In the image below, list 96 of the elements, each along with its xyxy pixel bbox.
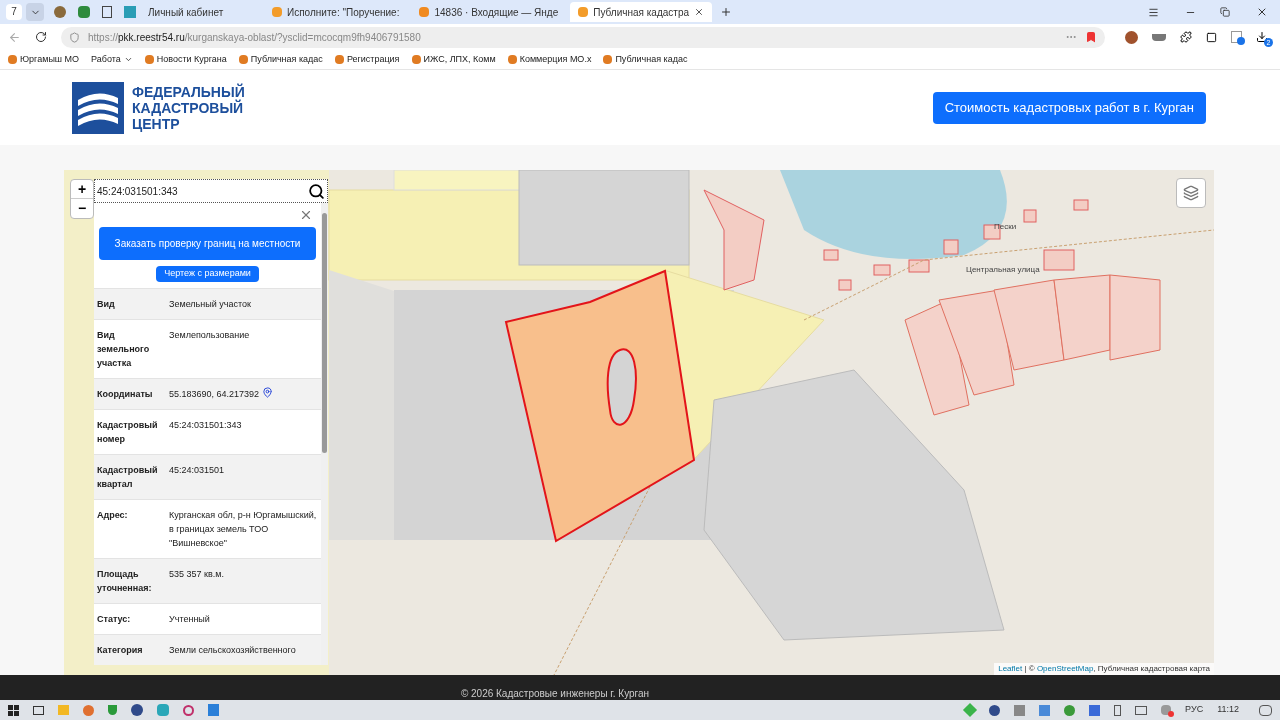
- start-icon[interactable]: [8, 704, 19, 716]
- clock[interactable]: 11:12: [1217, 703, 1239, 717]
- bookmark-item[interactable]: Публичная кадас: [238, 52, 323, 67]
- taskbar-app-icon[interactable]: [183, 704, 194, 716]
- map-attribution: Leaflet | © OpenStreetMap, Публичная кадастровая карта: [994, 663, 1214, 675]
- pinned-tab-icon[interactable]: [54, 6, 66, 18]
- extension-icon[interactable]: [1152, 33, 1166, 41]
- field-label: Кадастровый номер: [97, 419, 159, 446]
- zoom-out-button[interactable]: −: [71, 199, 93, 218]
- extensions-icon[interactable]: [1180, 31, 1192, 43]
- logo-text: ФЕДЕРАЛЬНЫЙ КАДАСТРОВЫЙ ЦЕНТР: [132, 83, 245, 132]
- pinned-tab-icon[interactable]: [78, 6, 90, 18]
- bookmark-item[interactable]: ИЖС, ЛПХ, Комм: [411, 52, 496, 67]
- bookmark-favicon-icon: [507, 55, 517, 64]
- field-label: Категория: [97, 644, 144, 657]
- browser-tab[interactable]: Публичная кадастра: [570, 2, 712, 22]
- chevron-down-icon: [123, 55, 133, 64]
- new-tab-icon[interactable]: [720, 6, 732, 18]
- tray-icon[interactable]: [989, 704, 1001, 716]
- volume-icon[interactable]: [1161, 705, 1172, 715]
- field-value: Курганская обл, р-н Юргамышский, в границах земель ТОО "Вишневское": [169, 509, 318, 550]
- field-label: Вид земельного участка: [97, 329, 151, 370]
- field-value: 45:24:031501:343: [169, 419, 242, 432]
- bookmark-favicon-icon: [603, 55, 613, 64]
- download-icon[interactable]: [1256, 31, 1268, 43]
- menu-icon[interactable]: [1148, 6, 1159, 18]
- tray-icon[interactable]: [1064, 704, 1076, 716]
- tab-favicon-icon: [272, 7, 282, 17]
- language-indicator[interactable]: РУС: [1185, 703, 1204, 717]
- taskbar-app-icon[interactable]: [108, 705, 117, 715]
- cost-button[interactable]: Стоимость кадастровых работ в г. Курган: [932, 91, 1206, 124]
- close-tab-icon[interactable]: [694, 7, 704, 17]
- search-icon[interactable]: [308, 182, 325, 200]
- tray-icon[interactable]: [1039, 704, 1051, 716]
- field-label: Вид: [97, 298, 116, 311]
- close-icon[interactable]: [1256, 6, 1268, 18]
- map-pin-icon[interactable]: [262, 387, 274, 398]
- bookmark-favicon-icon: [238, 55, 248, 64]
- footer-text: © 2026 Кадастровые инженеры г. Курган: [460, 688, 650, 700]
- browser-tab[interactable]: Исполните: "Поручение:: [264, 2, 408, 22]
- notifications-icon[interactable]: [1259, 704, 1272, 716]
- browser-tab[interactable]: Личный кабинет: [140, 2, 260, 22]
- reload-icon[interactable]: [35, 31, 47, 43]
- field-label: Адрес:: [97, 509, 129, 522]
- field-label: Статус:: [97, 613, 132, 626]
- bookmark-item[interactable]: Регистрация: [334, 52, 400, 67]
- map-label: Центральная улица: [966, 264, 1040, 276]
- browser-tab[interactable]: 14836 · Входящие — Янде: [411, 2, 567, 22]
- bookmark-item[interactable]: Коммерция МО.х: [507, 52, 592, 67]
- logo-icon: [72, 81, 124, 134]
- bookmark-item[interactable]: Новости Кургана: [144, 52, 227, 67]
- field-label: Кадастровый квартал: [97, 464, 159, 491]
- leaflet-link[interactable]: Leaflet: [998, 664, 1023, 673]
- layers-icon: [1183, 185, 1199, 201]
- pinned-tab-icon[interactable]: [102, 6, 112, 18]
- bookmark-item[interactable]: Работа: [91, 52, 133, 67]
- drawing-button[interactable]: Чертеж с размерами: [156, 265, 259, 282]
- back-icon[interactable]: [8, 30, 21, 44]
- taskbar-app-icon[interactable]: [131, 704, 143, 716]
- address-bar[interactable]: https://pkk.reestr54.ru/kurganskaya-oblast/?ysclid=mcocqm9fh9406791580: [61, 26, 1105, 48]
- field-label: Координаты: [97, 388, 154, 401]
- bookmark-item[interactable]: Юргамыш МО: [8, 52, 80, 67]
- bookmark-favicon-icon: [8, 55, 17, 64]
- field-value: 535 357 кв.м.: [169, 568, 224, 581]
- shield-icon: [69, 31, 80, 43]
- field-value: 45:24:031501: [169, 464, 225, 477]
- bookmark-favicon-icon: [334, 55, 344, 64]
- tray-icon[interactable]: [1114, 704, 1122, 716]
- bookmark-favicon-icon: [144, 55, 154, 64]
- search-field[interactable]: 45:24:031501:343: [94, 179, 328, 203]
- tab-counter[interactable]: 7: [6, 4, 22, 20]
- restore-icon[interactable]: [1220, 7, 1230, 17]
- field-value: Земельный участок: [169, 298, 251, 311]
- task-view-icon[interactable]: [33, 705, 44, 715]
- url-text: https://pkk.reestr54.ru/kurganskaya-oblast/?ysclid=mcocqm9fh9406791580: [88, 30, 422, 45]
- bookmark-item[interactable]: Публичная кадас: [603, 52, 688, 67]
- map-label: Пески: [994, 221, 1017, 233]
- tab-favicon-icon: [419, 7, 430, 17]
- bookmark-icon[interactable]: [1085, 31, 1097, 43]
- scrollbar[interactable]: [321, 203, 328, 665]
- collections-icon[interactable]: [1206, 31, 1217, 43]
- tab-favicon-icon: [578, 7, 589, 17]
- tray-icon[interactable]: [1089, 704, 1101, 716]
- order-button[interactable]: Заказать проверку границ на местности: [99, 227, 316, 260]
- layers-button[interactable]: [1176, 178, 1206, 208]
- field-value: Землепользование: [169, 329, 250, 342]
- bookmark-favicon-icon: [411, 55, 421, 64]
- field-label: Площадь уточненная:: [97, 568, 153, 595]
- field-value: 55.183690, 64.217392: [169, 388, 260, 401]
- extension-icon[interactable]: [1231, 31, 1242, 43]
- profile-icon[interactable]: [1125, 30, 1138, 44]
- tray-icon[interactable]: [1014, 704, 1026, 716]
- network-icon[interactable]: [1135, 705, 1148, 715]
- field-value: Учтенный: [169, 613, 210, 626]
- zoom-in-button[interactable]: +: [71, 180, 93, 199]
- field-value: Земли сельскохозяйственного: [169, 644, 296, 657]
